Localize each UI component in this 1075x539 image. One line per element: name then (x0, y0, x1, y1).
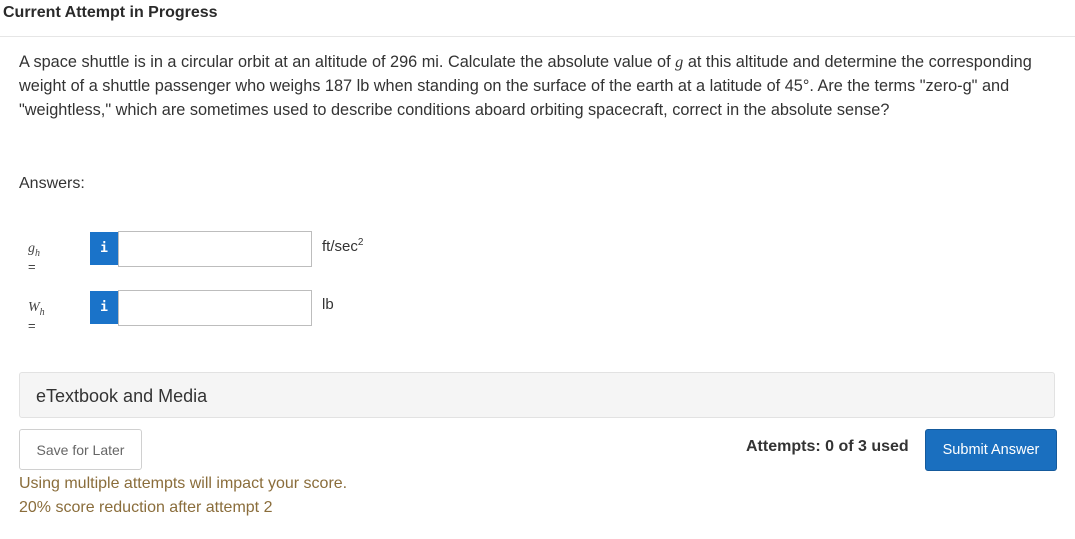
attempt-warning: Using multiple attempts will impact your… (19, 472, 347, 520)
warning-line-2: 20% score reduction after attempt 2 (19, 499, 273, 516)
answer-unit: lb (322, 296, 334, 313)
submit-answer-button[interactable]: Submit Answer (925, 429, 1057, 471)
warning-line-1: Using multiple attempts will impact your… (19, 475, 348, 492)
answer-variable-label: gh = (28, 241, 40, 274)
attempts-counter: Attempts: 0 of 3 used (746, 438, 909, 455)
etextbook-media-panel[interactable]: eTextbook and Media (19, 372, 1055, 418)
save-for-later-button[interactable]: Save for Later (19, 429, 142, 470)
answer-variable-label: Wh = (28, 300, 45, 333)
answers-label: Answers: (19, 175, 85, 192)
info-icon[interactable]: i (90, 232, 118, 265)
attempt-status-title: Current Attempt in Progress (3, 4, 218, 21)
etextbook-media-label: eTextbook and Media (36, 386, 208, 406)
gh-answer-input[interactable] (118, 231, 312, 267)
question-text-part-1: A space shuttle is in a circular orbit a… (19, 53, 676, 71)
wh-answer-input[interactable] (118, 290, 312, 326)
answer-unit: ft/sec2 (322, 237, 364, 255)
info-icon[interactable]: i (90, 291, 118, 324)
attempt-header: Current Attempt in Progress (0, 0, 1075, 37)
question-text: A space shuttle is in a circular orbit a… (19, 50, 1054, 122)
